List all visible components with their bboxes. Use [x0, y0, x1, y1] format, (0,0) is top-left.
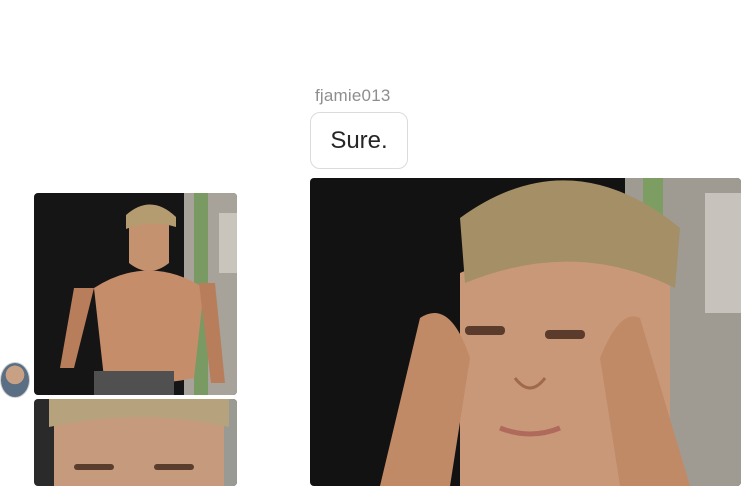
shared-photo-image [34, 193, 237, 395]
shared-photo[interactable] [34, 193, 237, 395]
message-text: Sure. [330, 126, 388, 154]
sender-avatar[interactable] [0, 362, 30, 398]
sender-username[interactable]: fjamie013 [315, 86, 391, 106]
shared-photo[interactable] [310, 178, 741, 486]
shared-photo[interactable] [34, 399, 237, 486]
message-bubble[interactable]: Sure. [310, 112, 408, 169]
shared-photo-image [310, 178, 741, 486]
shared-photo-image [34, 399, 237, 486]
